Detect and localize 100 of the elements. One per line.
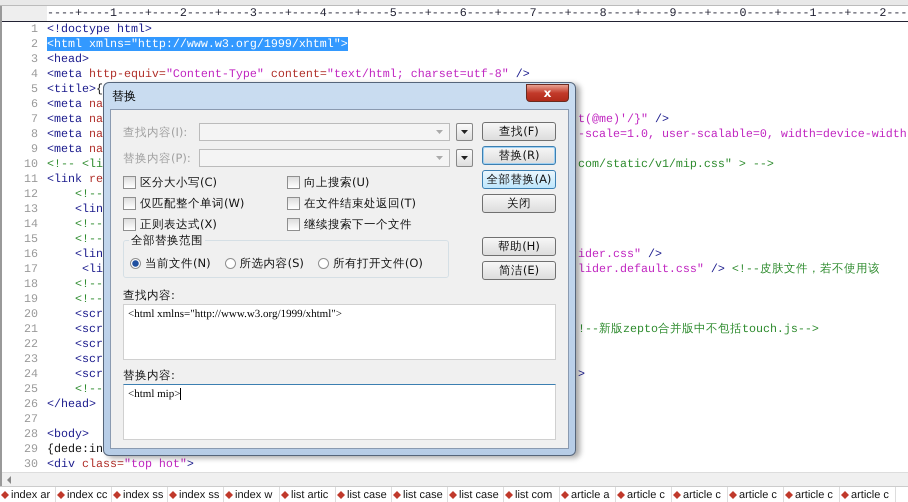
- code-line: t(@me)'/}" />: [578, 112, 669, 127]
- radio-label: 当前文件(N): [145, 256, 211, 270]
- file-tab[interactable]: list case: [336, 487, 392, 502]
- line-number: 8: [30, 127, 39, 142]
- file-tab[interactable]: index ar: [0, 487, 56, 502]
- diamond-icon: [337, 490, 345, 498]
- code-line: <!--: [74, 277, 103, 291]
- line-number: 28: [23, 427, 39, 442]
- code-line: <meta na: [47, 127, 103, 141]
- file-tab[interactable]: article c: [784, 487, 840, 502]
- code-line: {dede:in: [47, 442, 103, 456]
- code-line: <!--: [74, 232, 103, 246]
- file-tab[interactable]: article c: [616, 487, 672, 502]
- code-line: !--新版zepto合并版中不包括touch.js-->: [578, 322, 819, 337]
- dialog-button[interactable]: 帮助(H): [482, 237, 556, 256]
- radio-label: 所选内容(S): [240, 256, 304, 270]
- radio-button[interactable]: [130, 258, 141, 268]
- line-number: 29: [23, 442, 39, 457]
- diamond-icon: [673, 490, 681, 498]
- file-tab[interactable]: list case: [392, 487, 448, 502]
- column-ruler: ----+----1----+----2----+----3----+----4----+----5----+----6----+----7----+----8----+----9----+----0----+----1----+----2---: [2, 6, 908, 22]
- checkbox[interactable]: [123, 218, 136, 230]
- line-number: 20: [23, 307, 39, 322]
- file-tab[interactable]: article a: [560, 487, 616, 502]
- history-dropdown-button[interactable]: [456, 149, 473, 167]
- code-line: <!--: [74, 292, 103, 306]
- field-label: 查找内容:: [123, 288, 176, 302]
- code-line: <head>: [47, 52, 89, 66]
- checkbox[interactable]: [123, 196, 136, 210]
- file-tab[interactable]: index ss: [112, 487, 168, 502]
- diamond-icon: [281, 490, 289, 498]
- line-number: 23: [23, 352, 39, 367]
- line-number: 14: [23, 217, 39, 232]
- dialog-button[interactable]: 简洁(E): [482, 261, 556, 280]
- line-number: 12: [23, 187, 39, 202]
- file-tab[interactable]: index cc: [56, 487, 112, 502]
- file-tab[interactable]: list case: [448, 487, 504, 502]
- code-line: <div class="top hot">: [47, 457, 194, 471]
- line-number: 1: [30, 22, 39, 37]
- line-number: 3: [30, 52, 39, 67]
- file-tab[interactable]: article c: [728, 487, 784, 502]
- code-line: com/static/v1/mip.css" > -->: [578, 157, 774, 172]
- code-line: lider.default.css" /> <!--皮肤文件，若不使用该: [578, 262, 880, 277]
- line-number: 2: [30, 37, 39, 52]
- line-number: 24: [23, 367, 39, 382]
- code-line: <meta http-equiv="Content-Type" content="text/html; charset=utf-8" />: [47, 67, 530, 81]
- code-line: <lin: [74, 202, 103, 216]
- close-button[interactable]: x: [526, 84, 569, 102]
- file-tab[interactable]: index ss: [168, 487, 224, 502]
- dialog-button[interactable]: 关闭: [482, 194, 556, 213]
- diamond-icon: [785, 490, 793, 498]
- combo-field[interactable]: [199, 149, 450, 167]
- diamond-icon: [449, 490, 457, 498]
- checkbox-label: 仅匹配整个单词(W): [140, 196, 244, 210]
- code-line: <scr: [74, 367, 103, 381]
- diamond-icon: [393, 490, 401, 498]
- line-number: 25: [23, 382, 39, 397]
- dialog-title: 替换: [111, 88, 136, 104]
- file-tab[interactable]: index w: [224, 487, 280, 502]
- line-number: 16: [23, 247, 39, 262]
- checkbox-label: 继续搜索下一个文件: [304, 216, 412, 232]
- code-line: <li: [80, 262, 103, 276]
- code-line: >: [578, 367, 585, 382]
- combo-field[interactable]: [199, 123, 450, 141]
- group-title: 全部替换范围: [129, 233, 205, 248]
- diamond-icon: [617, 490, 625, 498]
- file-tab[interactable]: list com: [504, 487, 560, 502]
- checkbox[interactable]: [287, 218, 300, 230]
- diamond-icon: [505, 490, 513, 498]
- radio-label: 所有打开文件(O): [332, 256, 423, 270]
- checkbox[interactable]: [123, 176, 136, 188]
- line-number: 10: [23, 157, 39, 172]
- checkbox[interactable]: [287, 176, 300, 188]
- checkbox-label: 向上搜索(U): [304, 174, 370, 190]
- file-tab[interactable]: article c: [672, 487, 728, 502]
- dropdown-arrow-icon: [461, 156, 468, 160]
- line-number: 18: [23, 277, 39, 292]
- dialog-button[interactable]: 查找(F): [482, 122, 556, 141]
- code-line: <meta na: [47, 112, 103, 126]
- radio-button[interactable]: [224, 258, 236, 268]
- field-label: 替换内容(P):: [123, 150, 192, 166]
- scroll-left-icon[interactable]: [6, 476, 12, 484]
- find-text-field[interactable]: <html xmlns="http://www.w3.org/1999/xhtml">: [123, 304, 556, 360]
- line-number: 6: [30, 97, 39, 112]
- radio-button[interactable]: [318, 258, 329, 268]
- line-number: 17: [23, 262, 39, 277]
- history-dropdown-button[interactable]: [456, 123, 473, 141]
- dialog-button[interactable]: 全部替换(A): [482, 170, 556, 189]
- file-tab[interactable]: list artic: [280, 487, 336, 502]
- checkbox[interactable]: [287, 196, 300, 210]
- dialog-button[interactable]: 替换(R): [482, 146, 556, 165]
- dropdown-arrow-icon: [436, 130, 444, 134]
- horizontal-scrollbar[interactable]: [2, 472, 908, 486]
- replace-text-field[interactable]: <html mip>: [123, 384, 556, 440]
- line-number: 9: [30, 142, 39, 157]
- file-tab[interactable]: article c: [840, 487, 896, 502]
- diamond-icon: [169, 490, 177, 498]
- code-line: <!--: [74, 382, 103, 396]
- diamond-icon: [1, 490, 9, 498]
- code-line: <scr: [74, 322, 103, 336]
